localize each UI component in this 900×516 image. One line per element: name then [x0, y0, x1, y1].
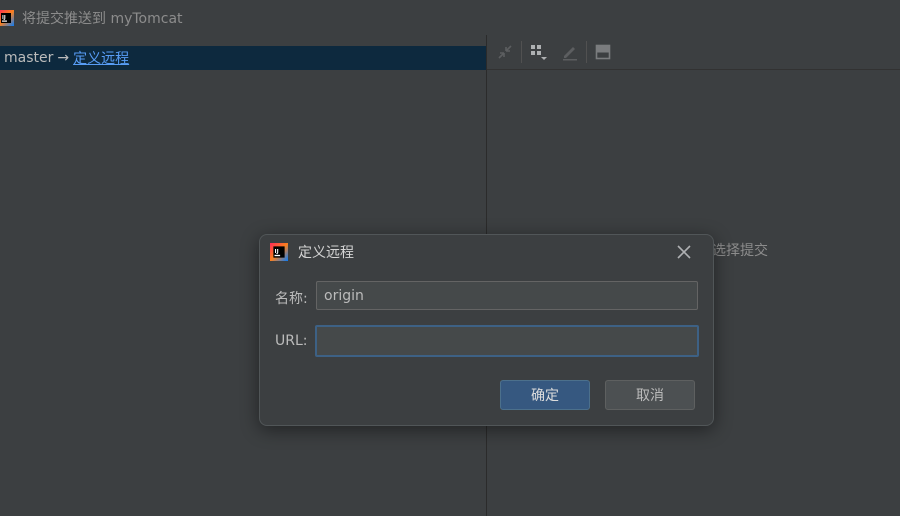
url-label: URL: — [275, 333, 308, 349]
arrow-right-icon: → — [57, 50, 70, 66]
intellij-logo-icon: IJ — [270, 243, 288, 261]
close-icon[interactable] — [675, 243, 693, 261]
empty-details-placeholder: 选择提交 — [712, 243, 768, 259]
collapse-icon[interactable] — [495, 42, 515, 62]
dialog-title: 定义远程 — [298, 245, 354, 261]
layout-icon[interactable] — [593, 42, 613, 62]
name-input[interactable] — [316, 281, 698, 310]
intellij-logo-icon: IJ — [0, 9, 14, 26]
define-remote-link[interactable]: 定义远程 — [73, 48, 129, 68]
name-label: 名称: — [275, 291, 308, 307]
title-bar: IJ 将提交推送到 myTomcat — [0, 0, 900, 35]
window-title: 将提交推送到 myTomcat — [22, 10, 183, 27]
toolbar-separator — [521, 41, 522, 63]
details-toolbar — [487, 35, 900, 70]
local-branch-name: master — [4, 50, 54, 66]
edit-icon[interactable] — [560, 42, 580, 62]
push-commits-window: IJ 将提交推送到 myTomcat master → 定义远程 选择提交 IJ… — [0, 0, 900, 516]
cancel-button[interactable]: 取消 — [605, 380, 695, 410]
define-remote-dialog: IJ 定义远程 名称: URL: 确定 取消 — [259, 234, 714, 426]
svg-text:IJ: IJ — [2, 15, 6, 21]
toolbar-separator — [586, 41, 587, 63]
dialog-header[interactable]: IJ 定义远程 — [260, 235, 713, 269]
url-input[interactable] — [315, 325, 699, 357]
ok-button[interactable]: 确定 — [500, 380, 590, 410]
group-by-icon[interactable] — [528, 42, 548, 62]
svg-text:IJ: IJ — [275, 249, 279, 255]
branch-row[interactable]: master → 定义远程 — [0, 46, 486, 70]
